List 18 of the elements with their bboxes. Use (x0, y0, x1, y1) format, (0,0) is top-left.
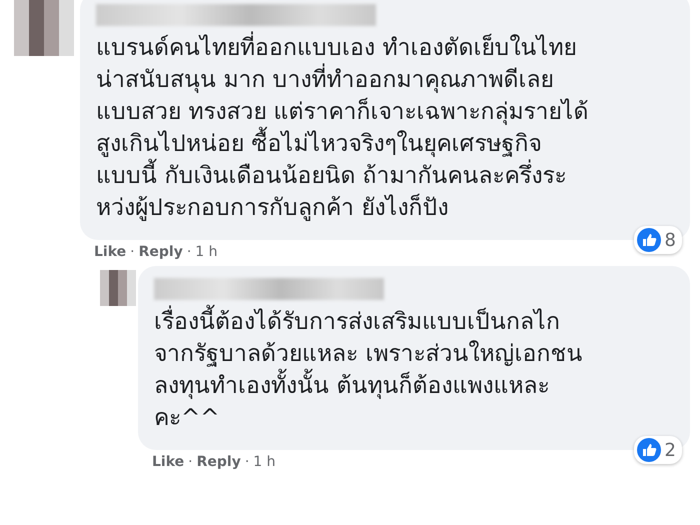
comment-time: 1 h (195, 244, 218, 260)
separator-dot: · (186, 244, 192, 260)
comment-action-link[interactable]: Reply (138, 244, 183, 260)
comment-time: 1 h (253, 454, 276, 470)
separator-dot: · (188, 454, 193, 470)
thumbs-up-icon (636, 228, 661, 252)
reaction-badge[interactable]: 2 (634, 436, 682, 464)
comment-action-link[interactable]: Reply (196, 454, 241, 470)
avatar-placeholder (100, 270, 136, 306)
comment-text: แบรนด์คนไทยที่ออกแบบเอง ทำเองตัดเย็บในไทย น่าสนับสนุน มาก บางที่ทำออกมาคุณภาพดีเลย แบบสวย ทรงสวย แต่ราคาก็เจาะเฉพาะกลุ่มรายได้ สูงเกินไปหน่อย ซื้อไม่ไหวจริงๆในยุคเศรษฐกิจ แบบนี้ กับเงินเดือนน้อยนิด ถ้ามากันคนละครึ่งระ หว่งผู้ประกอบการกับลูกค้า ยังไงก็ปัง (96, 32, 650, 224)
reaction-badge[interactable]: 8 (634, 226, 682, 254)
comment-action-link[interactable]: Like (94, 244, 126, 260)
separator-dot: · (130, 244, 135, 260)
thumbs-up-icon (636, 438, 661, 462)
comment-action-link[interactable]: Like (152, 454, 184, 470)
separator-dot: · (244, 454, 250, 470)
comment-text: เรื่องนี้ต้องได้รับการส่งเสริมแบบเป็นกลไก จากรัฐบาลด้วยแหละ เพราะส่วนใหญ่เอกชน ลงทุนทำเองทั้งนั้น ต้นทุนก็ต้องแพงแหละ คะ^^ (154, 306, 650, 434)
avatar-placeholder (14, 0, 74, 56)
